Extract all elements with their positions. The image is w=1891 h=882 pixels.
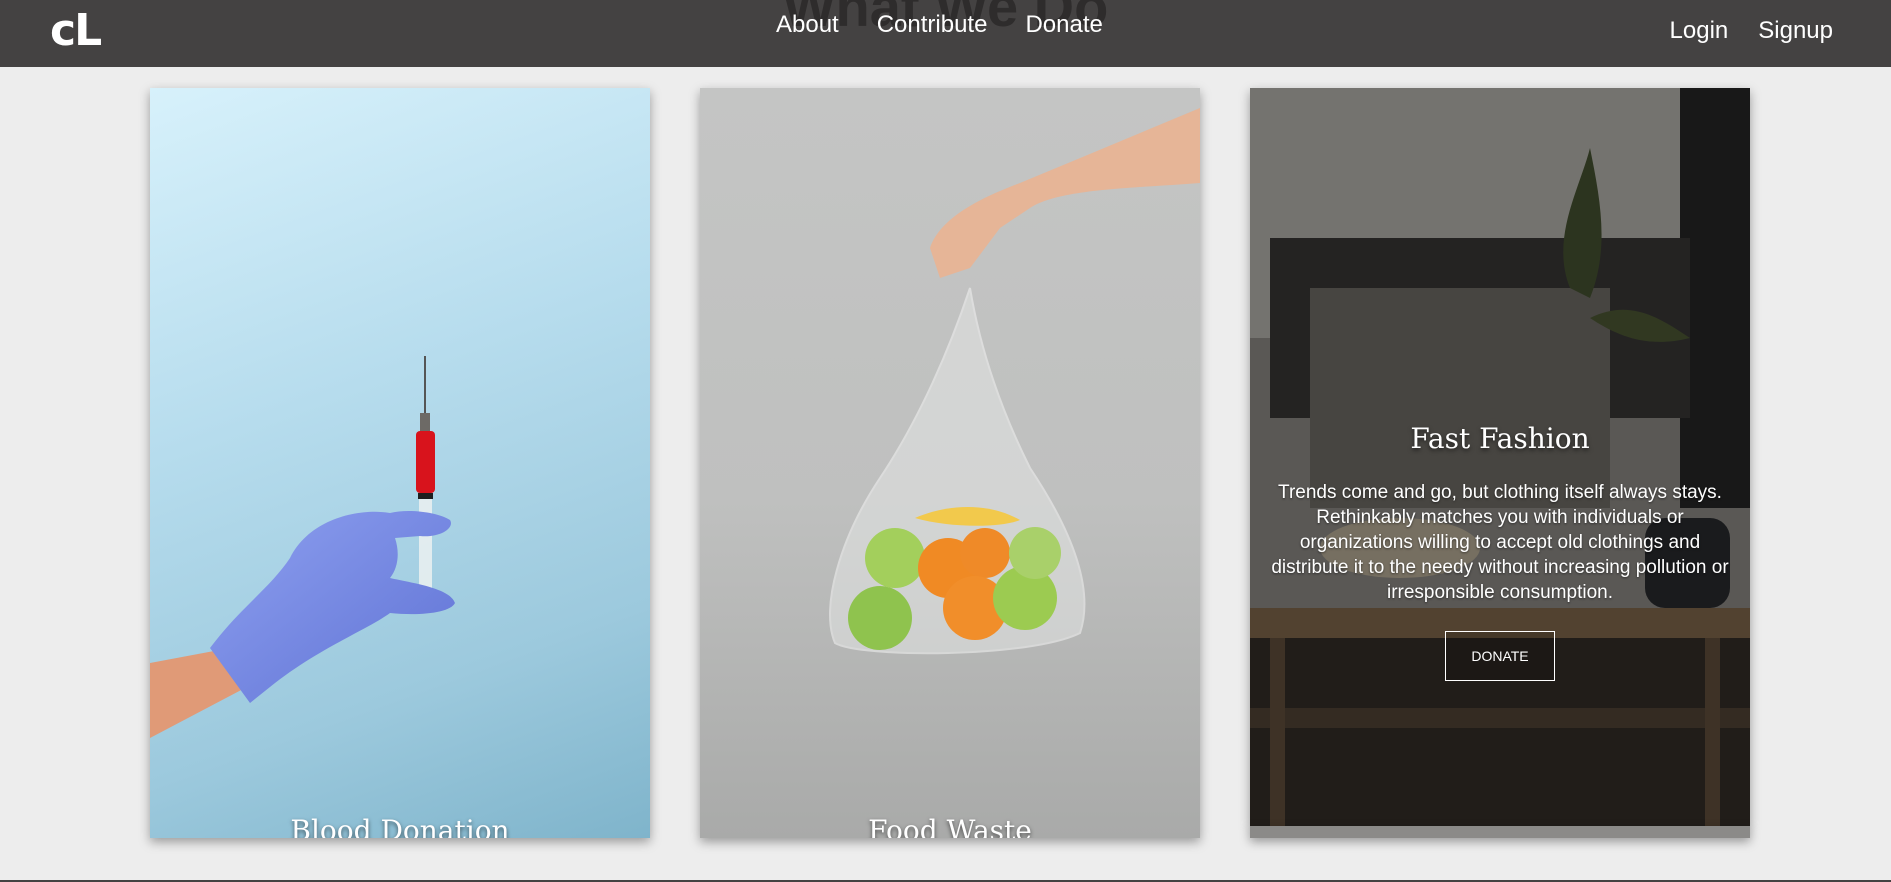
- signup-link[interactable]: Signup: [1758, 16, 1833, 46]
- card-title: Blood Donation: [290, 814, 510, 838]
- card-blood-donation[interactable]: Blood Donation: [150, 88, 650, 838]
- card-description: Trends come and go, but clothing itself …: [1271, 482, 1729, 603]
- card-title: Food Waste: [868, 814, 1032, 838]
- nav-link-donate[interactable]: Donate: [1025, 10, 1102, 40]
- login-link[interactable]: Login: [1670, 16, 1729, 46]
- clothing-store-photo: [1250, 88, 1750, 826]
- card-fast-fashion[interactable]: Fast Fashion Trends come and go, but clo…: [1250, 88, 1750, 826]
- card-title: Fast Fashion: [1410, 422, 1590, 455]
- auth-nav: Login Signup: [1670, 16, 1833, 46]
- donate-button[interactable]: DONATE: [1445, 631, 1555, 681]
- card-food-waste[interactable]: Food Waste: [700, 88, 1200, 838]
- nav-link-about[interactable]: About: [776, 10, 839, 40]
- logo[interactable]: cL: [50, 6, 102, 56]
- nav-link-contribute[interactable]: Contribute: [877, 10, 988, 40]
- main-nav: About Contribute Donate: [776, 10, 1103, 40]
- fruit-bag-photo: [829, 108, 1200, 655]
- navbar: What We Do cL About Contribute Donate Lo…: [0, 0, 1891, 67]
- syringe-photo: [150, 356, 455, 738]
- card-bottom-strip: [1250, 826, 1750, 838]
